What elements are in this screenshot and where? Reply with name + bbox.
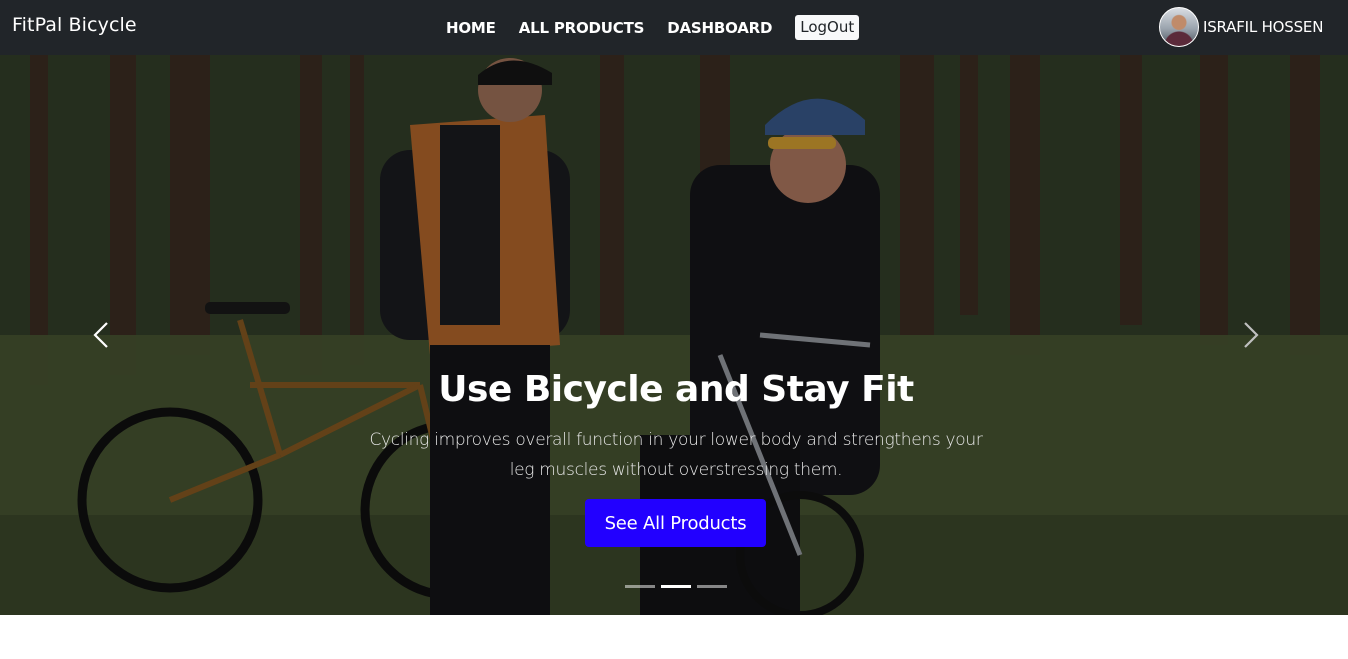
chevron-right-icon: [1244, 322, 1259, 348]
hero-title: Use Bicycle and Stay Fit: [438, 369, 914, 410]
logout-button[interactable]: LogOut: [795, 15, 860, 40]
nav-link-dashboard[interactable]: DASHBOARD: [667, 19, 772, 37]
user-menu[interactable]: ISRAFIL HOSSEN: [1159, 7, 1323, 47]
carousel-indicator-1[interactable]: [625, 585, 655, 588]
carousel-indicator-2[interactable]: [661, 585, 691, 588]
see-all-products-button[interactable]: See All Products: [585, 499, 766, 547]
hero-text: Cycling improves overall function in you…: [369, 430, 983, 480]
carousel-prev-button[interactable]: [84, 317, 120, 353]
hero-carousel: Use Bicycle and Stay Fit Cycling improve…: [0, 55, 1348, 615]
brand-logo[interactable]: FitPal Bicycle: [12, 14, 137, 36]
carousel-next-button[interactable]: [1232, 317, 1268, 353]
carousel-indicators: [625, 585, 733, 588]
nav-link-home[interactable]: HOME: [446, 19, 496, 37]
chevron-left-icon: [93, 322, 108, 348]
carousel-indicator-3[interactable]: [697, 585, 727, 588]
navbar: FitPal Bicycle HOME ALL PRODUCTS DASHBOA…: [0, 0, 1348, 55]
user-name: ISRAFIL HOSSEN: [1203, 18, 1324, 36]
avatar[interactable]: [1159, 7, 1199, 47]
nav-link-all-products[interactable]: ALL PRODUCTS: [519, 19, 645, 37]
nav-links: HOME ALL PRODUCTS DASHBOARD LogOut: [446, 0, 860, 55]
